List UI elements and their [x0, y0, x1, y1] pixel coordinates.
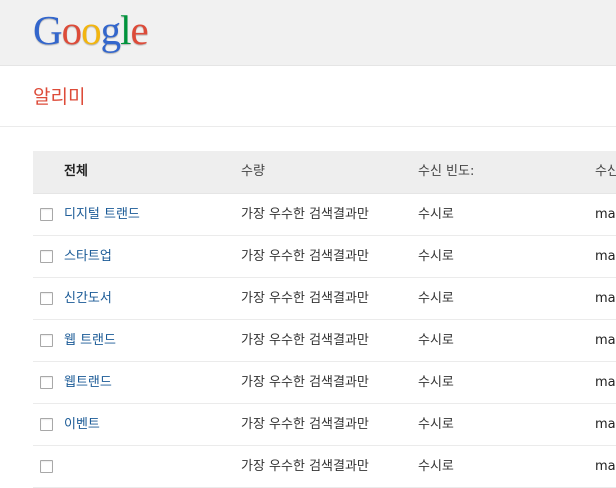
table-row: 가장 우수한 검색결과만 수시로 mak [33, 446, 616, 488]
row-checkbox[interactable] [40, 208, 53, 221]
logo-letter: l [120, 7, 131, 53]
alerts-table: 전체 수량 수신 빈도: 수신 디지털 트랜드 가장 우수한 검색결과만 수시로 ma… [33, 151, 616, 488]
alert-quantity: 가장 우수한 검색결과만 [241, 459, 369, 474]
page-title: 알리미 [33, 86, 86, 108]
table-header: 전체 수량 수신 빈도: 수신 [33, 151, 616, 194]
alert-recipient: mak [595, 333, 616, 348]
logo-letter: o [81, 7, 101, 53]
column-header-recipient: 수신 [595, 164, 616, 179]
table-row: 이벤트 가장 우수한 검색결과만 수시로 mak [33, 404, 616, 446]
table-row: 신간도서 가장 우수한 검색결과만 수시로 mak [33, 278, 616, 320]
alert-name-link[interactable]: 이벤트 [64, 404, 100, 445]
column-header-all[interactable]: 전체 [64, 151, 88, 193]
alert-name-link[interactable]: 웹트랜드 [64, 362, 112, 403]
top-bar: Google [0, 0, 616, 66]
alert-name-link[interactable]: 웹 트랜드 [64, 320, 116, 361]
alert-recipient: mak [595, 375, 616, 390]
table-row: 웹 트랜드 가장 우수한 검색결과만 수시로 mak [33, 320, 616, 362]
table-row: 디지털 트랜드 가장 우수한 검색결과만 수시로 mak [33, 194, 616, 236]
table-row: 스타트업 가장 우수한 검색결과만 수시로 mak [33, 236, 616, 278]
column-header-quantity: 수량 [241, 164, 265, 179]
alert-recipient: mak [595, 249, 616, 264]
alert-frequency: 수시로 [418, 333, 454, 348]
row-checkbox[interactable] [40, 418, 53, 431]
alert-name-link[interactable]: 디지털 트랜드 [64, 194, 140, 235]
alert-quantity: 가장 우수한 검색결과만 [241, 333, 369, 348]
alert-name-link[interactable]: 스타트업 [64, 236, 112, 277]
alert-quantity: 가장 우수한 검색결과만 [241, 249, 369, 264]
alert-frequency: 수시로 [418, 291, 454, 306]
alert-frequency: 수시로 [418, 375, 454, 390]
row-checkbox[interactable] [40, 334, 53, 347]
alert-recipient: mak [595, 207, 616, 222]
logo-letter: o [61, 7, 82, 53]
alert-frequency: 수시로 [418, 207, 454, 222]
logo-letter: g [100, 7, 121, 53]
table-body: 디지털 트랜드가장 우수한 검색결과만수시로mak스타트업가장 우수한 검색결과… [33, 194, 616, 488]
logo-letter: G [33, 7, 63, 53]
title-bar: 알리미 [0, 66, 616, 127]
row-checkbox[interactable] [40, 292, 53, 305]
table-row: 웹트랜드 가장 우수한 검색결과만 수시로 mak [33, 362, 616, 404]
alert-recipient: mak [595, 291, 616, 306]
google-logo[interactable]: Google [33, 6, 149, 54]
logo-letter: e [130, 7, 149, 53]
row-checkbox[interactable] [40, 250, 53, 263]
row-checkbox[interactable] [40, 376, 53, 389]
alert-name-link[interactable]: 신간도서 [64, 278, 112, 319]
alert-frequency: 수시로 [418, 249, 454, 264]
alert-quantity: 가장 우수한 검색결과만 [241, 417, 369, 432]
alert-quantity: 가장 우수한 검색결과만 [241, 375, 369, 390]
alert-quantity: 가장 우수한 검색결과만 [241, 207, 369, 222]
alert-recipient: mak [595, 459, 616, 474]
alert-frequency: 수시로 [418, 417, 454, 432]
alert-quantity: 가장 우수한 검색결과만 [241, 291, 369, 306]
alert-recipient: mak [595, 417, 616, 432]
column-header-frequency: 수신 빈도: [418, 164, 475, 179]
alert-frequency: 수시로 [418, 459, 454, 474]
row-checkbox[interactable] [40, 460, 53, 473]
